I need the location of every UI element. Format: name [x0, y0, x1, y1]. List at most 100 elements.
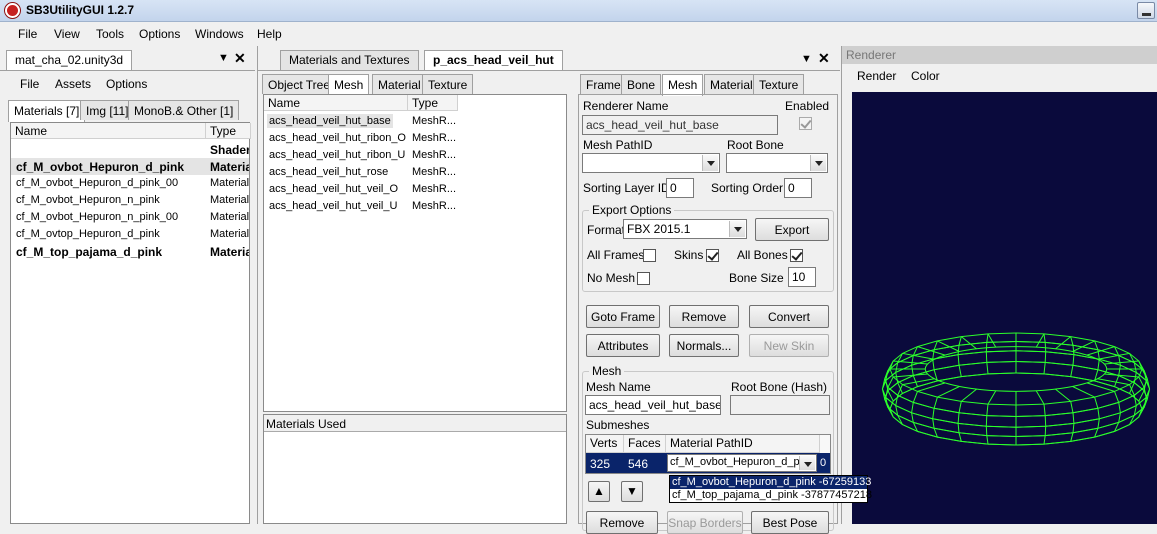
list-item[interactable]: cf_M_ovbot_Hepuron_n_pink_00 Material: [11, 209, 249, 226]
col-header-name[interactable]: Name: [11, 123, 206, 139]
list-item[interactable]: Shader: [11, 141, 249, 158]
remove-button[interactable]: Remove: [669, 305, 739, 328]
root-bone-hash-label: Root Bone (Hash): [731, 380, 828, 394]
tab-material-props[interactable]: Material: [704, 74, 759, 94]
tab-frame[interactable]: Frame: [580, 74, 627, 94]
pin-dropdown-icon[interactable]: ▼: [218, 52, 229, 64]
tab-object-tree[interactable]: Object Tree: [262, 74, 337, 94]
material-pathid-select[interactable]: cf_M_ovbot_Hepuron_d_p: [667, 454, 817, 472]
left-menu-file[interactable]: File: [20, 77, 39, 91]
props-panel: Renderer Name Enabled acs_head_veil_hut_…: [578, 94, 872, 534]
wire-edge: [1015, 361, 1045, 375]
render-viewport[interactable]: [852, 92, 1157, 524]
dropdown-option[interactable]: cf_M_top_pajama_d_pink -37877457218: [670, 489, 872, 502]
wire-spoke: [917, 382, 946, 392]
move-up-button[interactable]: ▲: [588, 481, 610, 502]
attributes-button[interactable]: Attributes: [586, 334, 660, 357]
all-bones-checkbox[interactable]: [790, 249, 803, 262]
skins-checkbox[interactable]: [706, 249, 719, 262]
menu-options[interactable]: Options: [139, 27, 180, 41]
menu-view[interactable]: View: [54, 27, 80, 41]
move-down-button[interactable]: ▼: [621, 481, 643, 502]
doc-tab-veil-hut[interactable]: p_acs_head_veil_hut: [424, 50, 563, 70]
tab-bone[interactable]: Bone: [621, 74, 662, 94]
pin-dropdown-icon[interactable]: ▼: [801, 53, 812, 65]
snap-borders-button[interactable]: Snap Borders: [667, 511, 743, 534]
list-item-type: MeshR...: [412, 183, 457, 195]
list-item[interactable]: acs_head_veil_hut_base MeshR...: [264, 113, 566, 130]
wire-spoke: [987, 390, 997, 405]
col-header-material-pathid[interactable]: Material PathID: [666, 435, 820, 453]
tab-img[interactable]: Img [11]: [80, 100, 135, 120]
list-item[interactable]: acs_head_veil_hut_rose MeshR...: [264, 164, 566, 181]
best-pose-button[interactable]: Best Pose: [751, 511, 829, 534]
list-item-type: Material: [210, 160, 249, 174]
list-item[interactable]: cf_M_ovbot_Hepuron_d_pink_00 Material: [11, 175, 249, 192]
col-header-type[interactable]: Type: [206, 123, 251, 139]
export-button[interactable]: Export: [755, 218, 829, 241]
mesh-name-field[interactable]: acs_head_veil_hut_base: [585, 395, 721, 415]
convert-button[interactable]: Convert: [749, 305, 829, 328]
wire-edge: [1097, 391, 1120, 409]
submesh-verts: 325: [590, 457, 611, 471]
col-header-type[interactable]: Type: [408, 95, 458, 111]
dropdown-option[interactable]: cf_M_ovbot_Hepuron_d_pink -67259133: [670, 476, 871, 489]
list-item[interactable]: acs_head_veil_hut_veil_O MeshR...: [264, 181, 566, 198]
doc-tab-materials-textures[interactable]: Materials and Textures: [280, 50, 419, 70]
wire-edge: [1015, 350, 1046, 363]
col-header-faces[interactable]: Faces: [624, 435, 666, 453]
menu-tools[interactable]: Tools: [96, 27, 124, 41]
list-item[interactable]: cf_M_ovbot_Hepuron_d_pink Material: [11, 158, 249, 175]
list-item-type: Materia: [210, 245, 249, 259]
root-bone-hash-field[interactable]: [730, 395, 830, 415]
tab-mesh[interactable]: Mesh: [328, 74, 370, 96]
submesh-extra: 0: [820, 457, 827, 469]
sorting-layer-field[interactable]: 0: [666, 178, 694, 198]
minimize-button[interactable]: [1137, 2, 1155, 19]
tab-material[interactable]: Material: [372, 74, 427, 94]
goto-frame-button[interactable]: Goto Frame: [586, 305, 660, 328]
list-item[interactable]: cf_M_top_pajama_d_pink Materia: [11, 243, 249, 260]
format-select[interactable]: FBX 2015.1: [623, 219, 747, 239]
renderer-menu-color[interactable]: Color: [911, 69, 940, 83]
menu-file[interactable]: File: [18, 27, 37, 41]
tab-monob-other[interactable]: MonoB.& Other [1]: [128, 100, 240, 120]
props-tabstrip: Frame Bone Mesh Material Texture: [578, 74, 838, 96]
new-skin-button[interactable]: New Skin: [749, 334, 829, 357]
wire-spoke: [1055, 336, 1072, 350]
col-header-name[interactable]: Name: [264, 95, 408, 111]
close-icon[interactable]: ✕: [234, 50, 246, 67]
tab-materials[interactable]: Materials [7]: [8, 100, 86, 122]
list-item[interactable]: cf_M_ovbot_Hepuron_n_pink Material: [11, 192, 249, 209]
tab-texture-props[interactable]: Texture: [753, 74, 805, 94]
col-header-verts[interactable]: Verts: [586, 435, 624, 453]
sorting-order-field[interactable]: 0: [784, 178, 812, 198]
enabled-checkbox[interactable]: [799, 117, 812, 130]
normals-button[interactable]: Normals...: [669, 334, 739, 357]
submesh-row[interactable]: 325 546 cf_M_ovbot_Hepuron_d_p 0: [586, 453, 830, 473]
menu-windows[interactable]: Windows: [195, 27, 244, 41]
mesh-pathid-select[interactable]: [582, 153, 720, 173]
renderer-menu-render[interactable]: Render: [857, 69, 896, 83]
left-menu-assets[interactable]: Assets: [55, 77, 91, 91]
list-item[interactable]: acs_head_veil_hut_veil_U MeshR...: [264, 198, 566, 215]
close-icon[interactable]: ✕: [818, 50, 830, 67]
menu-help[interactable]: Help: [257, 27, 282, 41]
doc-tab-unity3d[interactable]: mat_cha_02.unity3d: [6, 50, 133, 70]
list-item-name: acs_head_veil_hut_rose: [269, 166, 389, 178]
submesh-remove-button[interactable]: Remove: [586, 511, 658, 534]
no-mesh-checkbox[interactable]: [637, 272, 650, 285]
list-item[interactable]: acs_head_veil_hut_ribon_U MeshR...: [264, 147, 566, 164]
renderer-name-field[interactable]: acs_head_veil_hut_base: [582, 115, 778, 135]
submeshes-label: Submeshes: [586, 418, 650, 432]
tab-texture[interactable]: Texture: [422, 74, 474, 94]
list-item[interactable]: cf_M_ovtop_Hepuron_d_pink Material: [11, 226, 249, 243]
root-bone-select[interactable]: [726, 153, 828, 173]
list-item[interactable]: acs_head_veil_hut_ribon_O MeshR...: [264, 130, 566, 147]
wire-edge: [961, 435, 989, 445]
all-frames-checkbox[interactable]: [643, 249, 656, 262]
bone-size-field[interactable]: 10: [788, 267, 816, 287]
wire-edge: [958, 365, 989, 378]
tab-mesh-props[interactable]: Mesh: [662, 74, 704, 96]
left-menu-options[interactable]: Options: [106, 77, 147, 91]
